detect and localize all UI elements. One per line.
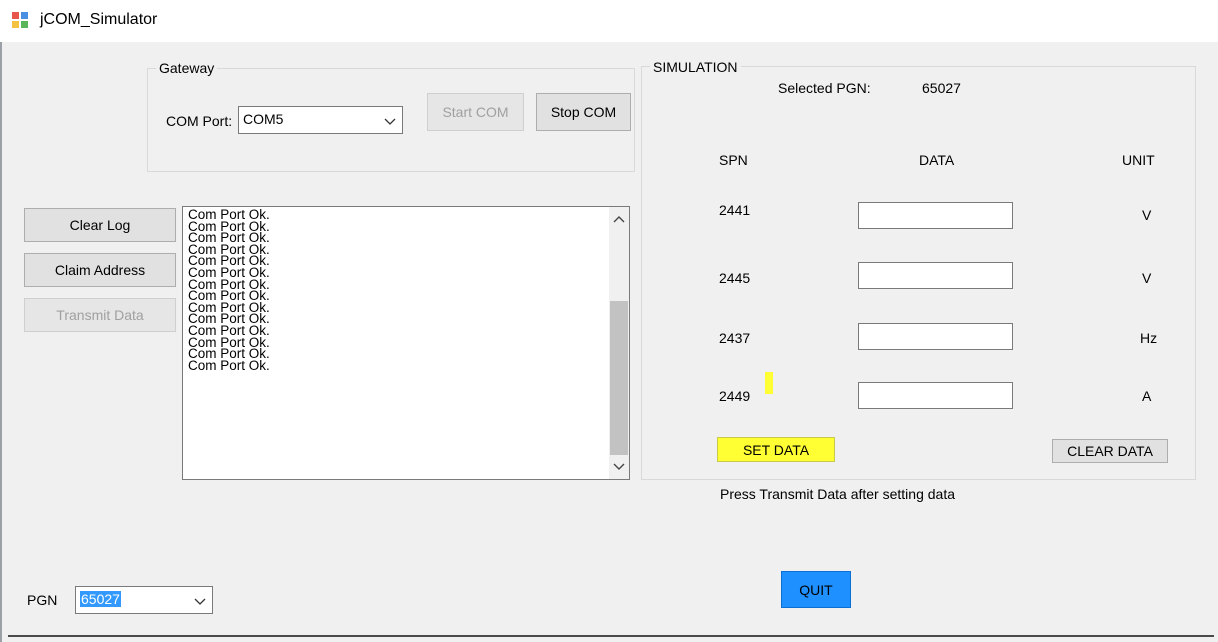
quit-button[interactable]: QUIT <box>781 571 851 608</box>
data-input[interactable] <box>858 323 1013 350</box>
unit-value: V <box>1142 207 1152 223</box>
window-edge <box>0 42 2 642</box>
pgn-select[interactable]: 65027 <box>75 586 213 614</box>
hint-text: Press Transmit Data after setting data <box>720 486 955 502</box>
com-port-select[interactable]: COM5 <box>238 106 403 134</box>
unit-header: UNIT <box>1122 152 1155 168</box>
data-input[interactable] <box>858 202 1013 229</box>
scroll-up-icon[interactable] <box>612 213 626 225</box>
title-bar: jCOM_Simulator <box>0 0 1218 42</box>
data-input[interactable] <box>858 382 1013 409</box>
app-window-icon <box>12 12 28 28</box>
chevron-down-icon <box>384 118 396 125</box>
claim-address-button[interactable]: Claim Address <box>24 253 176 287</box>
transmit-data-button[interactable]: Transmit Data <box>24 298 176 332</box>
set-data-button[interactable]: SET DATA <box>717 437 835 462</box>
log-textarea[interactable]: Com Port Ok. Com Port Ok. Com Port Ok. Com … <box>182 206 630 480</box>
highlight-mark <box>765 372 773 394</box>
selected-pgn-value: 65027 <box>922 80 961 96</box>
spn-value: 2449 <box>719 388 751 404</box>
simulation-title: SIMULATION <box>650 59 741 75</box>
unit-value: V <box>1142 270 1152 286</box>
scroll-down-icon[interactable] <box>612 461 626 473</box>
selected-pgn-label: Selected PGN: <box>778 80 871 96</box>
unit-value: A <box>1142 388 1152 404</box>
stop-com-button[interactable]: Stop COM <box>536 93 631 131</box>
window-title: jCOM_Simulator <box>40 11 158 28</box>
spn-header: SPN <box>719 152 748 168</box>
pgn-label: PGN <box>27 592 58 608</box>
log-scrollbar[interactable] <box>609 207 629 479</box>
unit-value: Hz <box>1140 330 1158 346</box>
log-line: Com Port Ok. <box>188 357 270 373</box>
chevron-down-icon <box>194 598 206 605</box>
com-port-value: COM5 <box>243 111 284 127</box>
scroll-thumb[interactable] <box>610 301 628 455</box>
com-port-label: COM Port: <box>166 113 233 129</box>
spn-value: 2437 <box>719 330 751 346</box>
data-input[interactable] <box>858 262 1013 289</box>
clear-data-button[interactable]: CLEAR DATA <box>1052 439 1168 463</box>
pgn-value: 65027 <box>80 591 121 607</box>
start-com-button[interactable]: Start COM <box>427 93 524 131</box>
log-lines: Com Port Ok. Com Port Ok. Com Port Ok. Com … <box>188 208 270 373</box>
data-header: DATA <box>919 152 955 168</box>
clear-log-button[interactable]: Clear Log <box>24 208 176 242</box>
spn-value: 2441 <box>719 202 751 218</box>
gateway-title: Gateway <box>156 60 218 76</box>
spn-value: 2445 <box>719 270 751 286</box>
bottom-divider <box>8 635 1214 637</box>
